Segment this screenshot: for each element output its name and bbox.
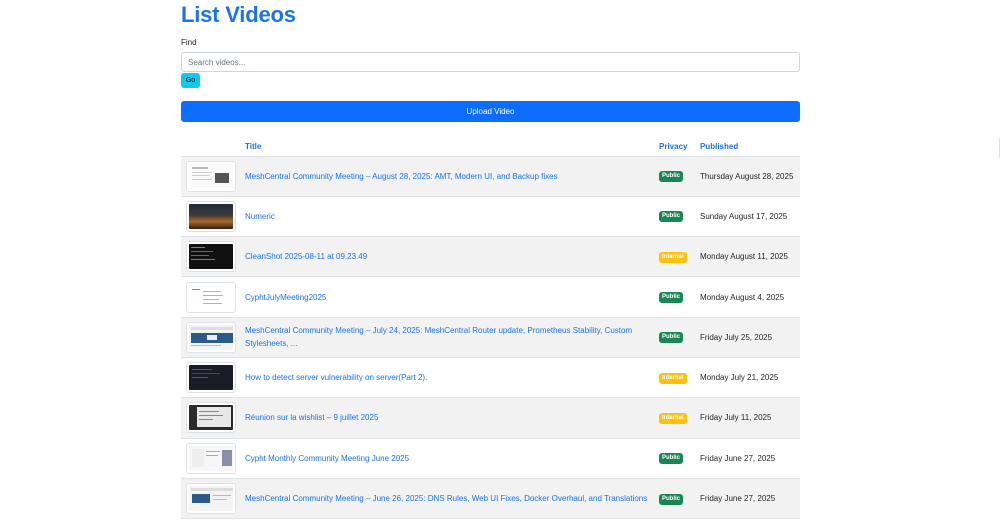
thumbnail-cell: [181, 437, 245, 479]
privacy-cell: Internal: [659, 397, 700, 439]
privacy-cell: Public: [659, 195, 700, 237]
table-row[interactable]: How to detect server vulnerability on se…: [181, 356, 800, 398]
privacy-badge: Public: [659, 171, 684, 183]
published-date: Monday July 21, 2025: [700, 356, 800, 398]
video-list: MeshCentral Community Meeting – August 2…: [181, 155, 800, 520]
table-row[interactable]: Numeric Public Sunday August 17, 2025: [181, 195, 800, 237]
video-thumbnail[interactable]: [186, 442, 236, 474]
table-header-row: Title Privacy Published: [181, 137, 800, 156]
published-date: Thursday August 28, 2025: [700, 155, 800, 197]
table-row[interactable]: Réunion sur la wishlist – 9 juillet 2025…: [181, 397, 800, 439]
title-cell: MeshCentral Community Meeting – July 24,…: [245, 316, 659, 358]
thumbnail-cell: [181, 276, 245, 318]
video-title-link[interactable]: How to detect server vulnerability on se…: [245, 371, 659, 384]
title-cell: How to detect server vulnerability on se…: [245, 356, 659, 398]
privacy-cell: Public: [659, 316, 700, 358]
table-row[interactable]: MeshCentral Community Meeting – June 26,…: [181, 477, 800, 520]
video-title-link[interactable]: CyphtJulyMeeting2025: [245, 291, 659, 304]
table-row[interactable]: Cypht Monthly Community Meeting June 202…: [181, 437, 800, 479]
privacy-cell: Internal: [659, 236, 700, 277]
title-cell: Réunion sur la wishlist – 9 juillet 2025: [245, 397, 659, 439]
thumbnail-column-header: [181, 137, 245, 156]
title-cell: CleanShot 2025-08-11 at 09.23.49: [245, 236, 659, 277]
thumbnail-cell: [181, 316, 245, 358]
privacy-cell: Public: [659, 155, 700, 197]
video-title-link[interactable]: Réunion sur la wishlist – 9 juillet 2025: [245, 411, 659, 424]
published-date: Friday July 11, 2025: [700, 397, 800, 439]
video-thumbnail[interactable]: [186, 362, 236, 394]
video-thumbnail[interactable]: [186, 160, 236, 192]
thumbnail-cell: [181, 155, 245, 197]
published-date: Monday August 11, 2025: [700, 236, 800, 277]
privacy-badge: Public: [659, 332, 684, 344]
privacy-badge: Public: [659, 211, 684, 223]
video-title-link[interactable]: MeshCentral Community Meeting – July 24,…: [245, 324, 659, 350]
privacy-badge: Internal: [659, 412, 687, 424]
published-date: Friday July 25, 2025: [700, 316, 800, 358]
privacy-badge: Internal: [659, 372, 687, 384]
page-title: List Videos: [181, 2, 296, 27]
search-input[interactable]: [181, 52, 800, 72]
published-date: Monday August 4, 2025: [700, 276, 800, 318]
video-title-link[interactable]: MeshCentral Community Meeting – August 2…: [245, 170, 659, 183]
title-cell: MeshCentral Community Meeting – June 26,…: [245, 477, 659, 520]
published-date: Sunday August 17, 2025: [700, 195, 800, 237]
video-thumbnail[interactable]: [186, 200, 236, 232]
go-button[interactable]: Go: [181, 73, 200, 88]
table-row[interactable]: MeshCentral Community Meeting – July 24,…: [181, 316, 800, 358]
thumbnail-cell: [181, 236, 245, 277]
privacy-cell: Public: [659, 477, 700, 520]
table-row[interactable]: CyphtJulyMeeting2025 Public Monday August …: [181, 276, 800, 318]
video-title-link[interactable]: MeshCentral Community Meeting – June 26,…: [245, 492, 659, 505]
published-column-header[interactable]: Published: [700, 137, 800, 156]
thumbnail-cell: [181, 477, 245, 520]
table-row[interactable]: MeshCentral Community Meeting – August 2…: [181, 155, 800, 197]
privacy-badge: Internal: [659, 251, 687, 263]
video-title-link[interactable]: CleanShot 2025-08-11 at 09.23.49: [245, 250, 659, 263]
title-cell: CyphtJulyMeeting2025: [245, 276, 659, 318]
privacy-badge: Public: [659, 493, 684, 505]
video-thumbnail[interactable]: [186, 402, 236, 434]
table-row[interactable]: CleanShot 2025-08-11 at 09.23.49 Internal…: [181, 236, 800, 277]
video-title-link[interactable]: Cypht Monthly Community Meeting June 202…: [245, 452, 659, 465]
video-thumbnail[interactable]: [186, 241, 236, 273]
privacy-cell: Public: [659, 276, 700, 318]
title-cell: Cypht Monthly Community Meeting June 202…: [245, 437, 659, 479]
find-label: Find: [181, 38, 197, 47]
title-column-header[interactable]: Title: [245, 137, 659, 156]
video-thumbnail[interactable]: [186, 321, 236, 353]
thumbnail-cell: [181, 397, 245, 439]
video-thumbnail[interactable]: [186, 281, 236, 313]
privacy-cell: Internal: [659, 356, 700, 398]
privacy-badge: Public: [659, 292, 684, 304]
privacy-cell: Public: [659, 437, 700, 479]
video-table: Title Privacy Published MeshCentral Comm…: [181, 137, 800, 520]
published-date: Friday June 27, 2025: [700, 437, 800, 479]
title-cell: MeshCentral Community Meeting – August 2…: [245, 155, 659, 197]
video-title-link[interactable]: Numeric: [245, 210, 659, 223]
video-thumbnail[interactable]: [186, 483, 236, 515]
upload-video-button[interactable]: Upload Video: [181, 101, 800, 122]
published-date: Friday June 27, 2025: [700, 477, 800, 520]
privacy-column-header[interactable]: Privacy: [659, 137, 700, 156]
privacy-badge: Public: [659, 453, 684, 465]
thumbnail-cell: [181, 356, 245, 398]
thumbnail-cell: [181, 195, 245, 237]
title-cell: Numeric: [245, 195, 659, 237]
